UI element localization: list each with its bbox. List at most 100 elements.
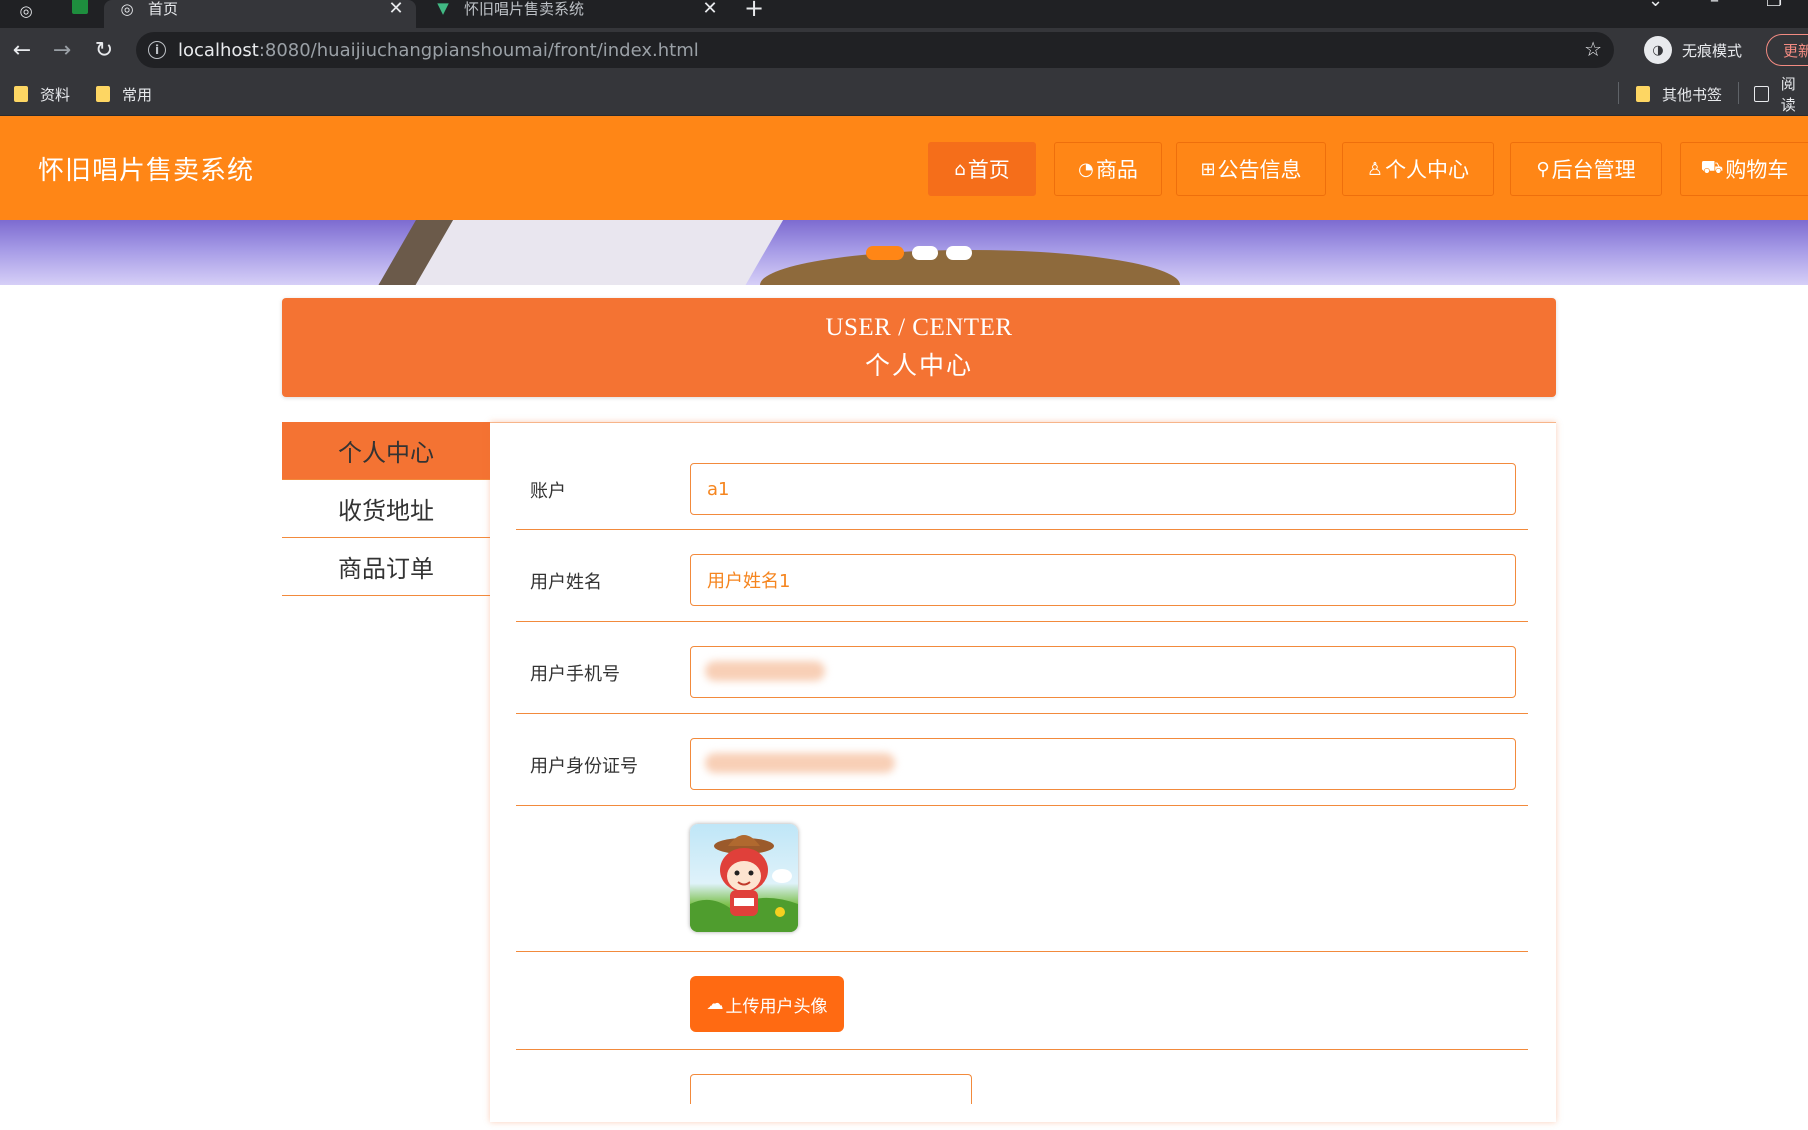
redacted-value: [705, 661, 825, 681]
browser-toolbar: ← → ↻ i localhost:8080/huaijiuchangpians…: [0, 28, 1808, 72]
folder-icon: [14, 86, 28, 102]
account-label: 账户: [530, 481, 566, 502]
nav-products[interactable]: ◔ 商品: [1054, 142, 1162, 196]
nav-label: 个人中心: [1385, 158, 1470, 182]
side-item-user-center[interactable]: 个人中心: [282, 422, 490, 480]
dashboard-icon: ◔: [1078, 158, 1094, 180]
tab-label: 怀旧唱片售卖系统: [464, 0, 585, 18]
profile-form: 账户 用户姓名 用户手机号 用户身份证号: [490, 422, 1556, 1122]
user-avatar: [690, 824, 798, 932]
user-icon: ♙: [1366, 158, 1384, 180]
nav-home[interactable]: ⌂ 首页: [928, 142, 1036, 196]
minimize-icon[interactable]: –: [1710, 0, 1719, 11]
bookmarks-bar: 资料 常用 其他书签 阅读: [0, 72, 1808, 116]
update-label: 更新: [1783, 41, 1808, 60]
folder-icon: [1636, 86, 1650, 102]
other-bookmarks[interactable]: 其他书签: [1636, 83, 1722, 105]
side-item-orders[interactable]: 商品订单: [282, 538, 490, 596]
form-row-account: 账户: [516, 423, 1528, 530]
tab-search-dropdown-icon[interactable]: ⌄: [1648, 0, 1663, 11]
form-row-name: 用户姓名: [516, 530, 1528, 622]
carousel-dot[interactable]: [912, 246, 938, 260]
carousel-banner: [0, 220, 1808, 285]
incognito-label: 无痕模式: [1682, 41, 1743, 60]
nav-label: 公告信息: [1217, 158, 1302, 182]
form-row-upload: ☁ 上传用户头像: [516, 952, 1528, 1050]
tab-home[interactable]: ◎ 首页 ✕: [104, 0, 416, 28]
tab-system[interactable]: ▼ 怀旧唱片售卖系统 ✕: [420, 0, 730, 28]
restore-icon[interactable]: ❐: [1766, 0, 1782, 11]
browser-tab-bar: ◎ ◎ 首页 ✕ ▼ 怀旧唱片售卖系统 ✕ + ⌄ – ❐: [0, 0, 1808, 28]
side-item-address[interactable]: 收货地址: [282, 480, 490, 538]
link-icon: ⚲: [1536, 158, 1550, 180]
home-icon: ⌂: [954, 158, 966, 180]
reading-list-label: 阅读: [1780, 75, 1796, 114]
folder-icon: [96, 86, 110, 102]
address-bar[interactable]: i localhost:8080/huaijiuchangpianshoumai…: [136, 32, 1614, 68]
url-path: :8080/huaijiuchangpianshoumai/front/inde…: [258, 39, 699, 61]
upload-avatar-label: 上传用户头像: [725, 996, 828, 1017]
nav-label: 商品: [1095, 158, 1138, 182]
user-center-title-en: USER / CENTER: [825, 314, 1013, 341]
address-url[interactable]: localhost:8080/huaijiuchangpianshoumai/f…: [178, 40, 699, 61]
globe-icon: ◎: [120, 0, 134, 18]
carousel-indicators: [0, 220, 1808, 285]
bookmark-separator: [1618, 82, 1619, 104]
bookmark-label: 资料: [40, 85, 71, 104]
nav-admin[interactable]: ⚲ 后台管理: [1510, 142, 1662, 196]
cart-icon: ⛟: [1700, 157, 1724, 178]
nav-user-center[interactable]: ♙ 个人中心: [1342, 142, 1494, 196]
site-header: 怀旧唱片售卖系统 ⌂ 首页 ◔ 商品 ⊞ 公告信息 ♙ 个人中心 ⚲ 后台管理 …: [0, 116, 1808, 220]
form-row-avatar: [516, 806, 1528, 952]
user-center-title-cn: 个人中心: [864, 351, 973, 380]
reading-list-icon: [1754, 86, 1769, 102]
other-bookmarks-label: 其他书签: [1662, 85, 1723, 104]
redacted-value: [705, 753, 895, 773]
upload-avatar-button[interactable]: ☁ 上传用户头像: [690, 976, 844, 1032]
avatar-image: [690, 835, 798, 932]
sheets-tab-icon[interactable]: [68, 0, 92, 22]
bookmark-star-icon[interactable]: ☆: [1584, 37, 1602, 61]
incognito-indicator[interactable]: ◑ 无痕模式: [1644, 36, 1742, 64]
next-field[interactable]: [690, 1074, 972, 1104]
gift-icon: ⊞: [1200, 158, 1216, 180]
site-info-icon[interactable]: i: [148, 41, 166, 59]
nav-label: 购物车: [1725, 158, 1789, 182]
form-row-next: [516, 1050, 1528, 1130]
nav-label: 后台管理: [1551, 158, 1636, 182]
reading-list[interactable]: 阅读: [1754, 75, 1808, 114]
carousel-dot[interactable]: [866, 246, 904, 260]
name-label: 用户姓名: [530, 572, 602, 593]
site-title: 怀旧唱片售卖系统: [38, 156, 255, 186]
id-card-label: 用户身份证号: [530, 756, 638, 777]
close-icon[interactable]: ✕: [700, 0, 720, 19]
account-input[interactable]: [690, 463, 1516, 515]
forward-icon[interactable]: →: [48, 36, 76, 64]
tab-search-icon[interactable]: ◎: [14, 0, 38, 22]
nav-label: 首页: [967, 158, 1010, 182]
incognito-icon: ◑: [1644, 36, 1672, 64]
name-input[interactable]: [690, 554, 1516, 606]
form-row-id-card: 用户身份证号: [516, 714, 1528, 806]
phone-input[interactable]: [690, 646, 1516, 698]
new-tab-icon[interactable]: +: [744, 0, 764, 22]
nav-cart[interactable]: ⛟ 购物车: [1680, 142, 1808, 196]
tab-label: 首页: [148, 0, 179, 18]
nav-announcements[interactable]: ⊞ 公告信息: [1176, 142, 1326, 196]
form-row-phone: 用户手机号: [516, 622, 1528, 714]
close-icon[interactable]: ✕: [386, 0, 406, 19]
phone-label: 用户手机号: [530, 664, 620, 685]
bookmark-folder-changyong[interactable]: 常用: [96, 83, 152, 105]
vue-icon: ▼: [437, 0, 449, 17]
back-icon[interactable]: ←: [8, 36, 36, 64]
user-center-header: USER / CENTER 个人中心: [282, 298, 1556, 397]
user-center-side-menu: 个人中心 收货地址 商品订单: [282, 422, 490, 596]
url-host: localhost: [178, 39, 259, 61]
update-button[interactable]: 更新: [1766, 34, 1808, 66]
bookmark-folder-ziliao[interactable]: 资料: [14, 83, 70, 105]
bookmark-label: 常用: [122, 85, 153, 104]
carousel-dot[interactable]: [946, 246, 972, 260]
reload-icon[interactable]: ↻: [90, 36, 118, 64]
id-card-input[interactable]: [690, 738, 1516, 790]
bookmark-separator: [1738, 82, 1739, 104]
